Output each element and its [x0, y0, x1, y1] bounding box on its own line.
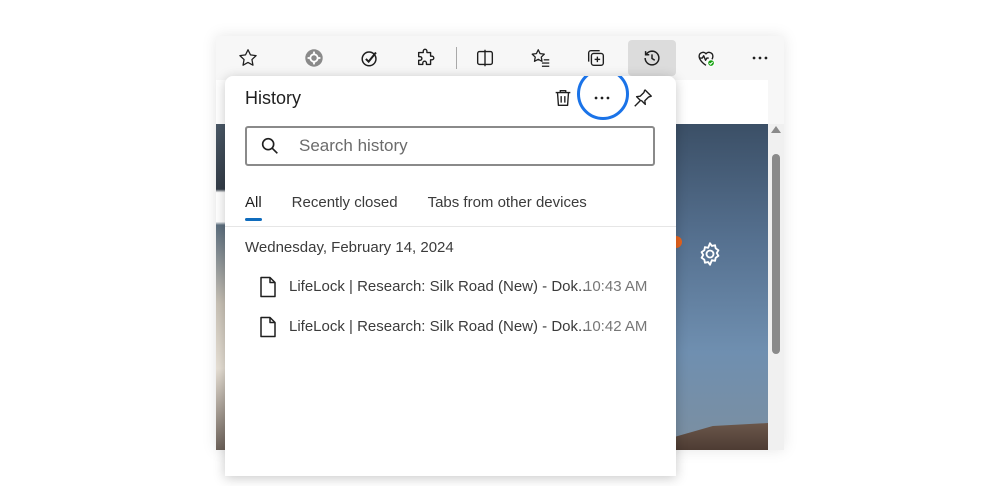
toolbar-divider [456, 47, 457, 69]
pin-icon [634, 89, 652, 107]
delete-history-button[interactable] [547, 82, 579, 114]
search-input[interactable] [297, 135, 631, 157]
tab-recently-closed[interactable]: Recently closed [292, 194, 398, 218]
ellipsis-icon [594, 96, 610, 100]
search-icon [261, 137, 278, 154]
history-item-time: 10:42 AM [584, 318, 648, 335]
browser-toolbar [216, 36, 784, 80]
page-scrollbar[interactable] [768, 124, 784, 450]
favorites-list-icon[interactable] [521, 40, 561, 76]
history-item[interactable]: LifeLock | Research: Silk Road (New) - D… [225, 307, 676, 347]
history-item-title: LifeLock | Research: Silk Road (New) - D… [289, 318, 591, 335]
tab-other-devices[interactable]: Tabs from other devices [428, 194, 587, 218]
history-tabs: All Recently closed Tabs from other devi… [245, 194, 617, 221]
webpage-rooftop [676, 423, 768, 450]
history-item-time: 10:43 AM [584, 278, 648, 295]
favorite-star-icon[interactable] [228, 40, 268, 76]
trash-icon [555, 89, 571, 107]
more-options-icon[interactable] [740, 40, 780, 76]
history-item-title: LifeLock | Research: Silk Road (New) - D… [289, 278, 591, 295]
tab-divider [225, 226, 676, 227]
document-icon [260, 276, 276, 298]
history-panel: History All Recently closed Tabs from ot… [225, 76, 676, 476]
tab-all[interactable]: All [245, 194, 262, 221]
search-history-field[interactable] [245, 126, 655, 166]
scroll-up-arrow-icon[interactable] [771, 126, 781, 133]
more-options-button[interactable] [586, 82, 618, 114]
extension-gear-icon[interactable] [294, 40, 334, 76]
browser-essentials-icon[interactable] [686, 40, 726, 76]
page-settings-gear-icon[interactable] [696, 240, 724, 268]
extensions-puzzle-icon[interactable] [406, 40, 446, 76]
panel-title: History [245, 88, 302, 108]
split-screen-icon[interactable] [465, 40, 505, 76]
collections-icon[interactable] [576, 40, 616, 76]
date-heading: Wednesday, February 14, 2024 [245, 239, 454, 256]
pin-history-button[interactable] [627, 82, 659, 114]
history-item[interactable]: LifeLock | Research: Silk Road (New) - D… [225, 267, 676, 307]
history-icon[interactable] [628, 40, 676, 76]
document-icon [260, 316, 276, 338]
extension-check-icon[interactable] [350, 40, 390, 76]
scrollbar-thumb[interactable] [772, 154, 780, 354]
